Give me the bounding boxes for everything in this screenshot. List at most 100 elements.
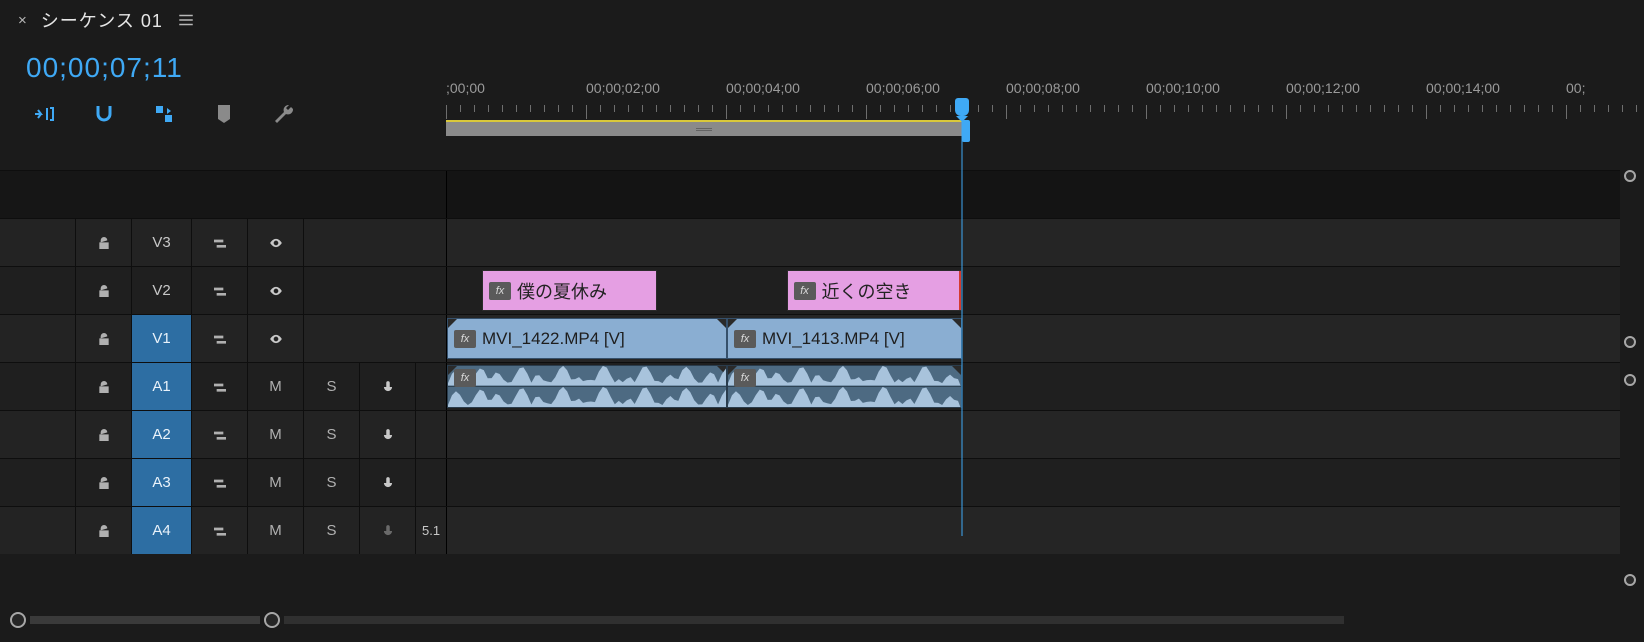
mic-icon[interactable] — [360, 459, 416, 506]
solo-button[interactable]: S — [304, 411, 360, 458]
track-body-v3[interactable] — [446, 219, 1620, 266]
track-body-v1[interactable]: fxMVI_1422.MP4 [V]fxMVI_1413.MP4 [V] — [446, 315, 1620, 362]
hscroll-handle-left-icon[interactable] — [10, 612, 26, 628]
eye-icon[interactable] — [248, 219, 304, 266]
track-label-a4[interactable]: A4 — [132, 507, 192, 554]
track-gap — [0, 170, 1620, 218]
track-v1: V1 fxMVI_1422.MP4 [V]fxMVI_1413.MP4 [V] — [0, 314, 1620, 362]
clip-label: 僕の夏休み — [517, 278, 607, 304]
track-label-v3[interactable]: V3 — [132, 219, 192, 266]
current-timecode[interactable]: 00;00;07;11 — [26, 52, 446, 84]
vscroll-handle-icon[interactable] — [1624, 170, 1636, 182]
mute-button[interactable]: M — [248, 507, 304, 554]
tab-menu-icon[interactable] — [177, 11, 195, 29]
track-v3: V3 — [0, 218, 1620, 266]
ruler-area[interactable]: ;00;0000;00;02;0000;00;04;0000;00;06;000… — [446, 40, 1644, 126]
solo-button[interactable]: S — [304, 363, 360, 410]
track-a2: A2 M S — [0, 410, 1620, 458]
lock-icon[interactable] — [76, 411, 132, 458]
sync-lock-icon[interactable] — [192, 267, 248, 314]
playhead-marker[interactable] — [955, 98, 969, 116]
track-body-a3[interactable] — [446, 459, 1620, 506]
eye-icon[interactable] — [248, 315, 304, 362]
track-a3: A3 M S — [0, 458, 1620, 506]
sync-lock-icon[interactable] — [192, 507, 248, 554]
workarea-bar[interactable] — [446, 120, 962, 136]
tracks-area: V3 V2 fx僕の夏休みfx近くの空き V1 fxMVI_1422.MP4 — [0, 170, 1620, 554]
vscroll-handle-icon[interactable] — [1624, 374, 1636, 386]
mic-icon[interactable] — [360, 507, 416, 554]
ruler-label: 00;00;14;00 — [1426, 80, 1500, 96]
track-body-a2[interactable] — [446, 411, 1620, 458]
hscroll-thumb[interactable] — [30, 616, 260, 624]
video-clip[interactable]: fx MVI_1413.MP4 [V] — [727, 318, 962, 359]
ruler-label: 00;00;12;00 — [1286, 80, 1360, 96]
wrench-icon[interactable] — [272, 102, 296, 126]
solo-button[interactable]: S — [304, 507, 360, 554]
track-label-a3[interactable]: A3 — [132, 459, 192, 506]
close-tab-icon[interactable]: × — [18, 12, 27, 29]
ruler-labels: ;00;0000;00;02;0000;00;04;0000;00;06;000… — [446, 80, 1644, 100]
vscroll-handle-icon[interactable] — [1624, 336, 1636, 348]
solo-button[interactable]: S — [304, 459, 360, 506]
linked-selection-icon[interactable] — [152, 102, 176, 126]
fx-badge-icon: fx — [734, 330, 756, 348]
track-a4: A4 M S 5.1 — [0, 506, 1620, 554]
horizontal-scrollbar[interactable] — [10, 612, 1344, 628]
playhead-line — [961, 116, 962, 536]
mute-button[interactable]: M — [248, 459, 304, 506]
mic-icon[interactable] — [360, 363, 416, 410]
snap-icon[interactable] — [92, 102, 116, 126]
fx-badge-icon: fx — [489, 282, 511, 300]
audio-clip[interactable]: fx — [447, 365, 727, 408]
track-v2: V2 fx 僕の夏休み fx近くの空き — [0, 266, 1620, 314]
sync-lock-icon[interactable] — [192, 459, 248, 506]
track-body-a1[interactable]: fx fx — [446, 363, 1620, 410]
vscroll-handle-icon[interactable] — [1624, 574, 1636, 586]
track-label-v2[interactable]: V2 — [132, 267, 192, 314]
mute-button[interactable]: M — [248, 411, 304, 458]
lock-icon[interactable] — [76, 507, 132, 554]
fx-badge-icon: fx — [454, 369, 476, 387]
insert-mode-icon[interactable] — [32, 102, 56, 126]
ruler-label: 00; — [1566, 80, 1585, 96]
timeline-tools — [26, 102, 446, 126]
lock-icon[interactable] — [76, 219, 132, 266]
lock-icon[interactable] — [76, 267, 132, 314]
mute-button[interactable]: M — [248, 363, 304, 410]
track-label-a1[interactable]: A1 — [132, 363, 192, 410]
track-label-v1[interactable]: V1 — [132, 315, 192, 362]
track-label-a2[interactable]: A2 — [132, 411, 192, 458]
sync-lock-icon[interactable] — [192, 411, 248, 458]
title-clip[interactable]: fx 僕の夏休み — [482, 270, 657, 311]
sequence-title[interactable]: シーケンス 01 — [41, 7, 163, 33]
title-clip[interactable]: fx近くの空き — [787, 270, 962, 311]
fx-badge-icon: fx — [734, 369, 756, 387]
marker-icon[interactable] — [212, 102, 236, 126]
ruler-label: 00;00;08;00 — [1006, 80, 1080, 96]
audio-clip[interactable]: fx — [727, 365, 962, 408]
lock-icon[interactable] — [76, 315, 132, 362]
hscroll-track — [284, 616, 1344, 624]
clip-label: MVI_1413.MP4 [V] — [762, 329, 905, 349]
clip-label: 近くの空き — [822, 278, 912, 304]
track-body-v2[interactable]: fx 僕の夏休み fx近くの空き — [446, 267, 1620, 314]
lock-icon[interactable] — [76, 459, 132, 506]
track-body-a4[interactable] — [446, 507, 1620, 554]
hscroll-handle-right-icon[interactable] — [264, 612, 280, 628]
mic-icon[interactable] — [360, 411, 416, 458]
ruler-label: 00;00;10;00 — [1146, 80, 1220, 96]
eye-icon[interactable] — [248, 267, 304, 314]
timeline-header: 00;00;07;11 ;00;0000;00;02;0000;00;04;00… — [0, 40, 1644, 126]
ruler-label: 00;00;06;00 — [866, 80, 940, 96]
sync-lock-icon[interactable] — [192, 219, 248, 266]
channel-tag: 5.1 — [416, 523, 446, 538]
vertical-scrollbar[interactable] — [1624, 170, 1636, 586]
sync-lock-icon[interactable] — [192, 315, 248, 362]
video-clip[interactable]: fxMVI_1422.MP4 [V] — [447, 318, 727, 359]
workarea-end-handle[interactable] — [962, 120, 970, 142]
lock-icon[interactable] — [76, 363, 132, 410]
fx-badge-icon: fx — [454, 330, 476, 348]
ruler-label: ;00;00 — [446, 80, 485, 96]
sync-lock-icon[interactable] — [192, 363, 248, 410]
